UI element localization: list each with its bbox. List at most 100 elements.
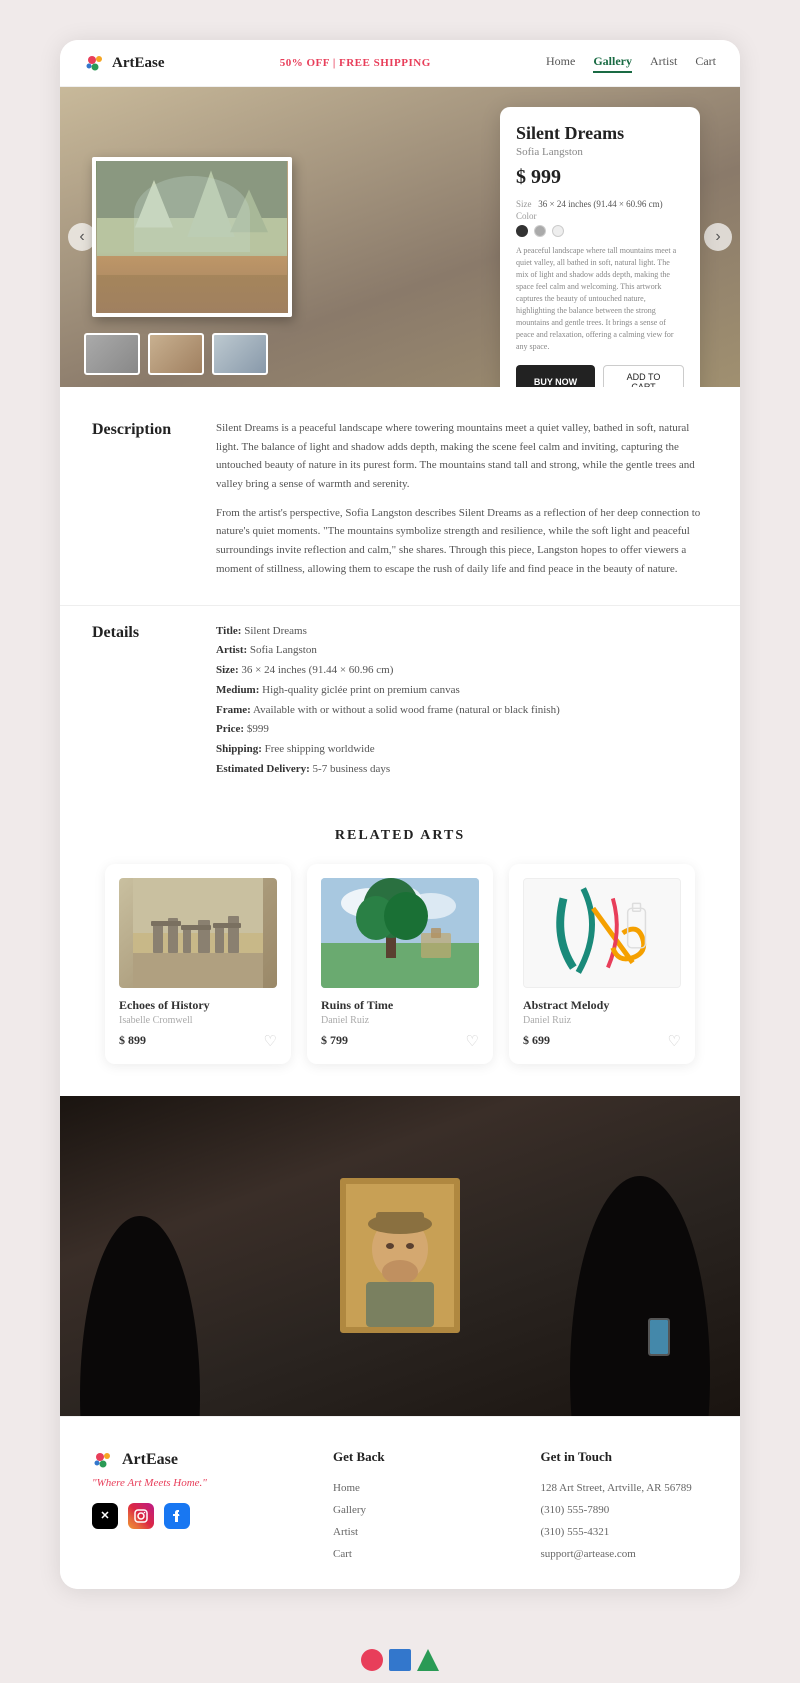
gallery-painting-inner — [346, 1184, 454, 1327]
detail-price: Price: $999 — [216, 720, 560, 740]
related-card-3[interactable]: Abstract Melody Daniel Ruiz $ 699 ♡ — [509, 864, 695, 1064]
color-gray[interactable] — [534, 225, 546, 237]
desc-para-1: Silent Dreams is a peaceful landscape wh… — [216, 419, 708, 494]
footer-address: 128 Art Street, Artville, AR 56789 — [541, 1477, 709, 1499]
related-art-footer-2: $ 799 ♡ — [321, 1032, 479, 1050]
related-card-2[interactable]: Ruins of Time Daniel Ruiz $ 799 ♡ — [307, 864, 493, 1064]
footer-links: Home Gallery Artist Cart — [333, 1477, 501, 1565]
footer-contact-title: Get in Touch — [541, 1449, 709, 1465]
footer-link-home[interactable]: Home — [333, 1477, 501, 1499]
size-label: Size 36 × 24 inches (91.44 × 60.96 cm) — [516, 199, 684, 209]
detail-delivery: Estimated Delivery: 5-7 business days — [216, 760, 560, 780]
detail-title: Title: Silent Dreams — [216, 622, 560, 642]
navbar-links: Home Gallery Artist Cart — [546, 54, 716, 73]
bottom-triangle — [417, 1649, 439, 1671]
footer-phone1: (310) 555-7890 — [541, 1499, 709, 1521]
hero-card-price: $ 999 — [516, 166, 684, 189]
color-options — [516, 225, 684, 237]
gallery-photo-section — [60, 1096, 740, 1416]
footer-email: support@artease.com — [541, 1543, 709, 1565]
footer-logo-row: ArtEase — [92, 1449, 293, 1471]
details-section: Details Title: Silent Dreams Artist: Sof… — [60, 606, 740, 808]
desc-para-2: From the artist's perspective, Sofia Lan… — [216, 504, 708, 579]
related-art-artist-2: Daniel Ruiz — [321, 1015, 479, 1026]
related-art-title-3: Abstract Melody — [523, 998, 681, 1013]
silhouette-right — [570, 1176, 710, 1416]
gallery-van-gogh — [346, 1184, 454, 1327]
footer-logo-icon — [92, 1449, 114, 1471]
footer-link-gallery[interactable]: Gallery — [333, 1499, 501, 1521]
related-img-3 — [523, 878, 681, 988]
hero-product-card: Silent Dreams Sofia Langston $ 999 Size … — [500, 107, 700, 387]
description-section: Description Silent Dreams is a peaceful … — [60, 387, 740, 606]
detail-size: Size: 36 × 24 inches (91.44 × 60.96 cm) — [216, 661, 560, 681]
hero-main-painting — [92, 157, 292, 317]
hero-section: ‹ › — [60, 87, 740, 387]
navbar: ArtEase 50% OFF | FREE SHIPPING Home Gal… — [60, 40, 740, 87]
abstract-painting — [524, 878, 680, 988]
related-art-footer-1: $ 899 ♡ — [119, 1032, 277, 1050]
detail-frame: Frame: Available with or without a solid… — [216, 701, 560, 721]
related-img-1 — [119, 878, 277, 988]
hero-card-desc: A peaceful landscape where tall mountain… — [516, 245, 684, 353]
footer-link-artist[interactable]: Artist — [333, 1521, 501, 1543]
color-light[interactable] — [552, 225, 564, 237]
phone-screen — [650, 1320, 668, 1354]
bottom-square — [389, 1649, 411, 1671]
related-art-price-1: $ 899 — [119, 1033, 146, 1048]
related-art-artist-3: Daniel Ruiz — [523, 1015, 681, 1026]
related-arts-grid: Echoes of History Isabelle Cromwell $ 89… — [84, 864, 716, 1064]
heart-btn-2[interactable]: ♡ — [466, 1032, 479, 1050]
buy-now-btn[interactable]: BUY NOW — [516, 365, 595, 387]
related-card-1[interactable]: Echoes of History Isabelle Cromwell $ 89… — [105, 864, 291, 1064]
details-label: Details — [92, 622, 192, 780]
related-arts-section: RELATED ARTS — [60, 808, 740, 1096]
hero-painting-svg — [96, 161, 288, 313]
add-to-cart-btn[interactable]: ADD TO CART — [603, 365, 684, 387]
related-arts-title: RELATED ARTS — [84, 828, 716, 844]
nav-artist[interactable]: Artist — [650, 54, 677, 73]
heart-btn-1[interactable]: ♡ — [264, 1032, 277, 1050]
artease-logo-icon — [84, 52, 106, 74]
color-label: Color — [516, 211, 684, 221]
thumb-2[interactable] — [148, 333, 204, 375]
footer-tagline: "Where Art Meets Home." — [92, 1477, 293, 1489]
hero-card-options: Size 36 × 24 inches (91.44 × 60.96 cm) C… — [516, 199, 684, 237]
nav-home[interactable]: Home — [546, 54, 575, 73]
related-art-footer-3: $ 699 ♡ — [523, 1032, 681, 1050]
gallery-painting-frame — [340, 1178, 460, 1333]
description-text: Silent Dreams is a peaceful landscape wh… — [216, 419, 708, 589]
related-art-title-1: Echoes of History — [119, 998, 277, 1013]
related-art-title-2: Ruins of Time — [321, 998, 479, 1013]
footer-brand: ArtEase "Where Art Meets Home." ✕ — [92, 1449, 293, 1565]
bottom-circle — [361, 1649, 383, 1671]
thumb-1[interactable] — [84, 333, 140, 375]
color-dark[interactable] — [516, 225, 528, 237]
description-label: Description — [92, 419, 192, 589]
nav-gallery[interactable]: Gallery — [593, 54, 632, 73]
footer-get-in-touch: Get in Touch 128 Art Street, Artville, A… — [541, 1449, 709, 1565]
navbar-brand-name: ArtEase — [112, 55, 165, 72]
silhouette-left — [80, 1216, 200, 1416]
heart-btn-3[interactable]: ♡ — [668, 1032, 681, 1050]
detail-shipping: Shipping: Free shipping worldwide — [216, 740, 560, 760]
navbar-logo[interactable]: ArtEase — [84, 52, 165, 74]
thumb-3[interactable] — [212, 333, 268, 375]
hero-next-btn[interactable]: › — [704, 223, 732, 251]
footer-link-cart[interactable]: Cart — [333, 1543, 501, 1565]
footer-contact-info: 128 Art Street, Artville, AR 56789 (310)… — [541, 1477, 709, 1565]
nav-cart[interactable]: Cart — [695, 54, 716, 73]
social-x-btn[interactable]: ✕ — [92, 1503, 118, 1529]
social-facebook-btn[interactable] — [164, 1503, 190, 1529]
social-icons: ✕ — [92, 1503, 293, 1529]
footer-brand-name: ArtEase — [122, 1451, 178, 1469]
navbar-promo: 50% OFF | FREE SHIPPING — [280, 57, 431, 69]
bottom-bar — [361, 1629, 439, 1681]
related-img-2 — [321, 878, 479, 988]
hero-bg: ‹ › — [60, 87, 740, 387]
footer-get-back-title: Get Back — [333, 1449, 501, 1465]
ruins-painting — [321, 878, 479, 988]
hero-card-title: Silent Dreams — [516, 123, 684, 144]
phone-holder — [648, 1318, 670, 1356]
social-instagram-btn[interactable] — [128, 1503, 154, 1529]
